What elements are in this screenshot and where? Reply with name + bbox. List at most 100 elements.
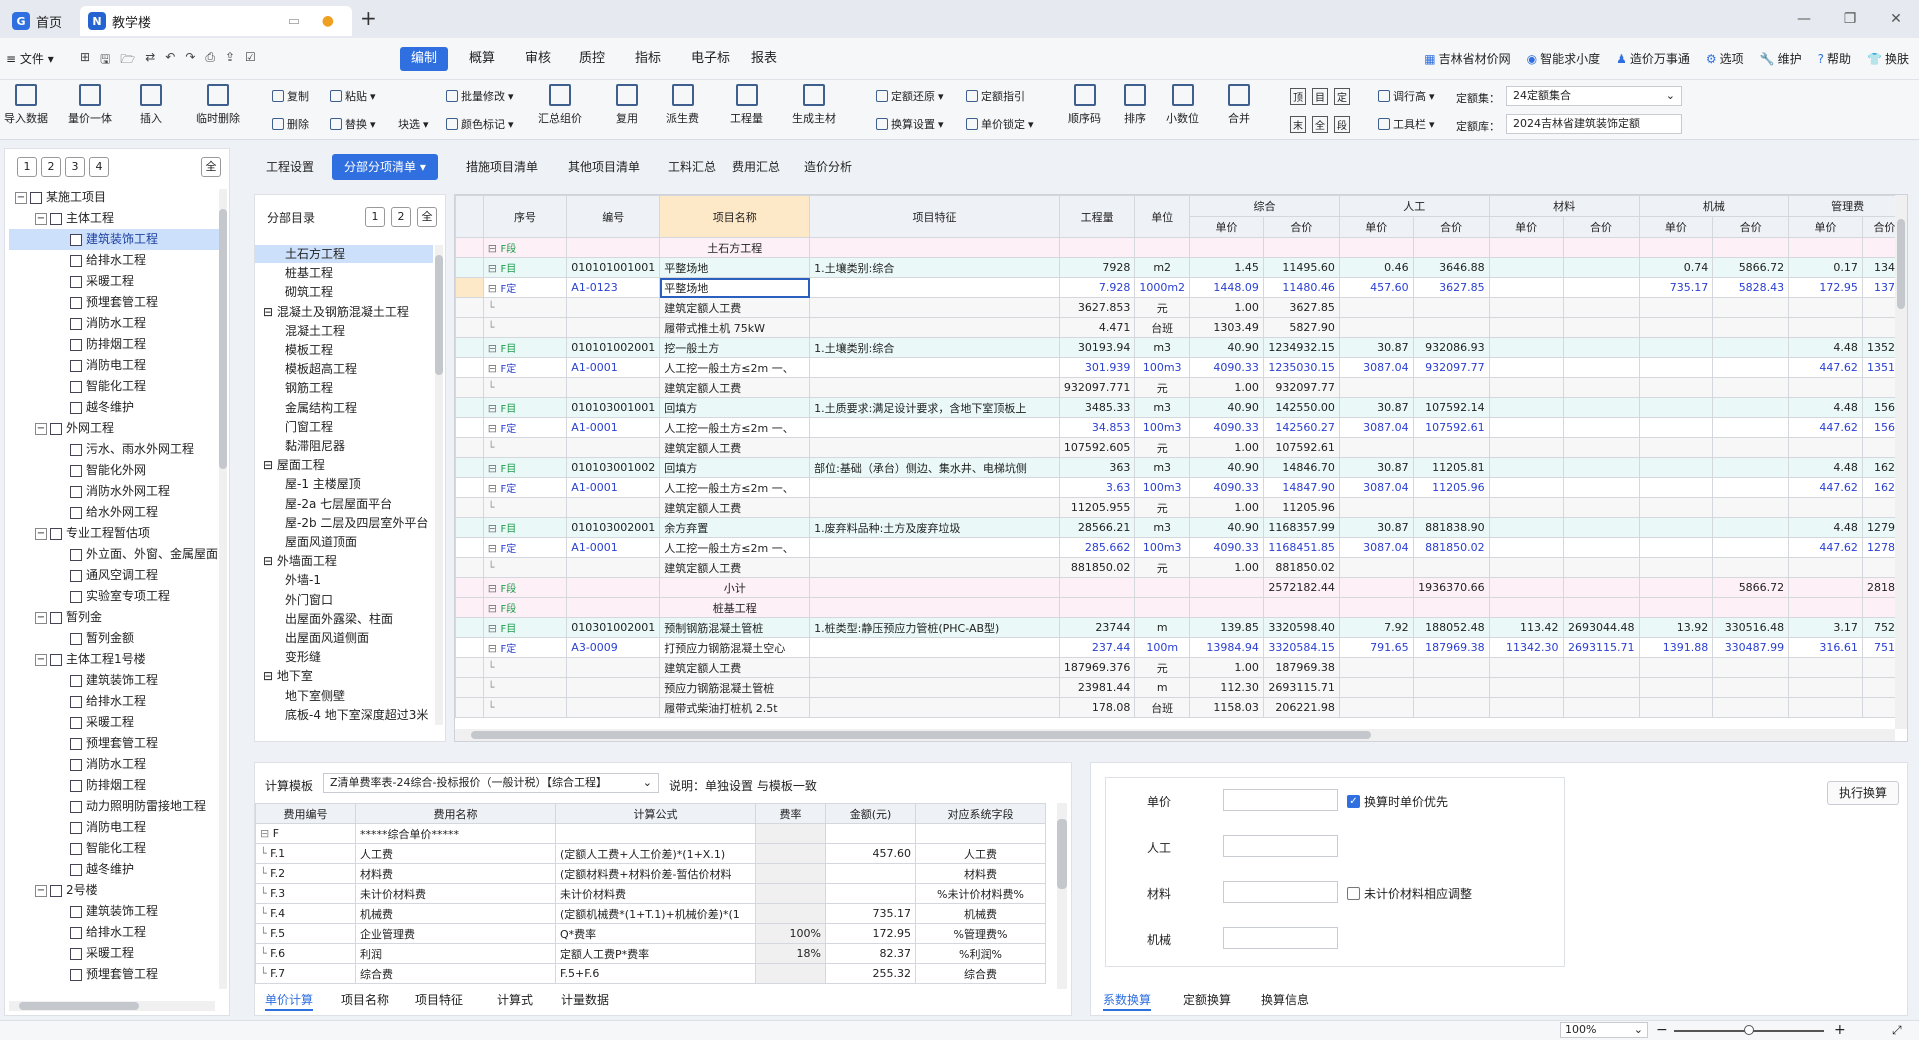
value-cell[interactable]: 2693115.71 bbox=[1562, 637, 1640, 658]
replace-button[interactable]: 替换 ▾ bbox=[330, 116, 376, 132]
tree-item[interactable]: 采暖工程 bbox=[9, 943, 219, 964]
link-maintain[interactable]: 🔧 维护 bbox=[1760, 50, 1802, 67]
row-indicator[interactable] bbox=[455, 237, 484, 258]
value-cell[interactable]: 1168451.85 bbox=[1262, 537, 1340, 558]
quota-guide-button[interactable]: 定额指引 bbox=[966, 88, 1025, 104]
value-cell[interactable]: 11495.60 bbox=[1262, 257, 1340, 278]
toolbar-button-0[interactable]: 导入数据 bbox=[4, 84, 48, 126]
qty-cell[interactable]: 23744 bbox=[1058, 617, 1136, 638]
collapse-icon[interactable]: ⊟ bbox=[263, 669, 277, 683]
toolbar-button-10[interactable]: 排序 bbox=[1124, 84, 1146, 126]
seq-header[interactable]: 序号 bbox=[482, 195, 568, 238]
unit-price-header[interactable]: 单价 bbox=[1338, 216, 1414, 238]
unit-cell[interactable]: m2 bbox=[1134, 257, 1191, 278]
value-cell[interactable] bbox=[1788, 297, 1863, 318]
undo-icon[interactable]: ↶ bbox=[165, 50, 175, 71]
total-header[interactable]: 合价 bbox=[1262, 216, 1340, 238]
value-cell[interactable] bbox=[1338, 437, 1414, 458]
value-cell[interactable]: 4090.33 bbox=[1189, 477, 1264, 498]
value-cell[interactable]: 11480.46 bbox=[1262, 277, 1340, 298]
menu-item-1[interactable]: 概算 bbox=[458, 47, 506, 71]
value-cell[interactable]: 142550.00 bbox=[1262, 397, 1340, 418]
fee-field-cell[interactable]: 人工费 bbox=[915, 843, 1046, 864]
fee-field-cell[interactable] bbox=[915, 823, 1046, 844]
fee-formula-cell[interactable]: (定额材料费+材料价差-暂估价材料 bbox=[555, 863, 756, 884]
value-cell[interactable]: 107592.14 bbox=[1412, 397, 1490, 418]
machine-input[interactable] bbox=[1223, 927, 1338, 949]
feature-cell[interactable] bbox=[809, 357, 1060, 378]
name-cell[interactable]: 建筑定额人工费 bbox=[659, 377, 811, 398]
fee-amount-cell[interactable]: 457.60 bbox=[825, 843, 916, 864]
value-cell[interactable]: 30.87 bbox=[1338, 457, 1414, 478]
zoom-select[interactable]: 100% ⌄ bbox=[1560, 1022, 1648, 1038]
fee-rate-cell[interactable] bbox=[755, 843, 826, 864]
name-cell[interactable]: 平整场地 bbox=[659, 277, 811, 298]
row-indicator[interactable] bbox=[455, 317, 484, 338]
value-cell[interactable] bbox=[1638, 497, 1714, 518]
name-cell[interactable]: 小计 bbox=[659, 577, 811, 598]
fee-id-cell[interactable]: └ F.2 bbox=[255, 863, 356, 884]
name-cell[interactable]: 人工挖一般土方≤2m 一、 bbox=[659, 357, 811, 378]
block-select-button[interactable]: 块选 ▾ bbox=[398, 116, 429, 132]
fee-field-cell[interactable]: %管理费% bbox=[915, 923, 1046, 944]
value-cell[interactable] bbox=[1712, 417, 1790, 438]
menu-item-0[interactable]: 编制 bbox=[400, 47, 449, 71]
value-cell[interactable] bbox=[1712, 517, 1790, 538]
value-cell[interactable] bbox=[1412, 677, 1490, 698]
template-select[interactable]: Z清单费率表-24综合-投标报价（一般计税）【综合工程】 ⌄ bbox=[323, 773, 659, 793]
value-cell[interactable] bbox=[1488, 497, 1564, 518]
align-top-icon[interactable]: 顶 bbox=[1290, 88, 1306, 105]
tree-item[interactable]: 给排水工程 bbox=[9, 691, 219, 712]
feature-cell[interactable]: 1.桩类型:静压预应力管桩(PHC-AB型) bbox=[809, 617, 1060, 638]
value-cell[interactable]: 0.74 bbox=[1638, 257, 1714, 278]
code-cell[interactable]: A1-0001 bbox=[566, 357, 661, 378]
unit-cell[interactable]: 元 bbox=[1134, 557, 1191, 578]
collapse-icon[interactable]: ⊟ bbox=[488, 582, 501, 595]
qty-cell[interactable]: 7.928 bbox=[1058, 277, 1136, 298]
toolbar-button-2[interactable]: 插入 bbox=[140, 84, 162, 126]
seq-cell[interactable]: ⊟ F定 bbox=[482, 537, 568, 558]
collapse-icon[interactable]: ⊟ bbox=[488, 522, 501, 535]
category-item[interactable]: 钢筋工程 bbox=[255, 379, 433, 397]
category-item[interactable]: 屋面风道顶面 bbox=[255, 533, 433, 551]
value-cell[interactable] bbox=[1638, 397, 1714, 418]
fee-header[interactable]: 费用名称 bbox=[355, 803, 556, 824]
qty-cell[interactable]: 932097.771 bbox=[1058, 377, 1136, 398]
collapse-icon[interactable]: − bbox=[35, 212, 47, 225]
value-cell[interactable] bbox=[1488, 697, 1564, 718]
code-cell[interactable]: 010101002001 bbox=[566, 337, 661, 358]
fee-header[interactable]: 费用编号 bbox=[255, 803, 356, 824]
tree-item[interactable]: 给排水工程 bbox=[9, 922, 219, 943]
tree-item[interactable]: 污水、雨水外网工程 bbox=[9, 439, 219, 460]
value-cell[interactable]: 4.48 bbox=[1788, 337, 1863, 358]
fee-name-cell[interactable]: 企业管理费 bbox=[355, 923, 556, 944]
value-cell[interactable]: 932097.77 bbox=[1412, 357, 1490, 378]
qty-cell[interactable]: 34.853 bbox=[1058, 417, 1136, 438]
value-cell[interactable]: 11205.81 bbox=[1412, 457, 1490, 478]
name-cell[interactable]: 履带式柴油打桩机 2.5t bbox=[659, 697, 811, 718]
seq-cell[interactable]: ⊟ F段 bbox=[482, 237, 568, 258]
value-cell[interactable] bbox=[1638, 297, 1714, 318]
value-cell[interactable] bbox=[1788, 437, 1863, 458]
fee-field-cell[interactable]: 机械费 bbox=[915, 903, 1046, 924]
value-cell[interactable]: 1168357.99 bbox=[1262, 517, 1340, 538]
cat-expand-all-button[interactable]: 全 bbox=[417, 207, 437, 227]
table-row[interactable]: └ 预应力钢筋混凝土管桩 23981.44 m 112.30 2693115.71 bbox=[455, 677, 1907, 698]
value-cell[interactable] bbox=[1788, 377, 1863, 398]
value-cell[interactable]: 5828.43 bbox=[1712, 277, 1790, 298]
value-cell[interactable] bbox=[1412, 297, 1490, 318]
collapse-icon[interactable]: ⊟ bbox=[488, 542, 501, 555]
value-cell[interactable] bbox=[1788, 237, 1863, 258]
value-cell[interactable] bbox=[1562, 517, 1640, 538]
code-cell[interactable]: 010101001001 bbox=[566, 257, 661, 278]
row-indicator[interactable] bbox=[455, 697, 484, 718]
value-cell[interactable]: 932097.77 bbox=[1262, 377, 1340, 398]
code-cell[interactable] bbox=[566, 237, 661, 258]
value-cell[interactable] bbox=[1638, 477, 1714, 498]
code-cell[interactable]: A1-0123 bbox=[566, 277, 661, 298]
tree-scrollbar[interactable] bbox=[219, 189, 227, 989]
value-cell[interactable]: 187969.38 bbox=[1412, 637, 1490, 658]
value-cell[interactable] bbox=[1562, 237, 1640, 258]
value-cell[interactable]: 735.17 bbox=[1638, 277, 1714, 298]
value-cell[interactable]: 14847.90 bbox=[1262, 477, 1340, 498]
